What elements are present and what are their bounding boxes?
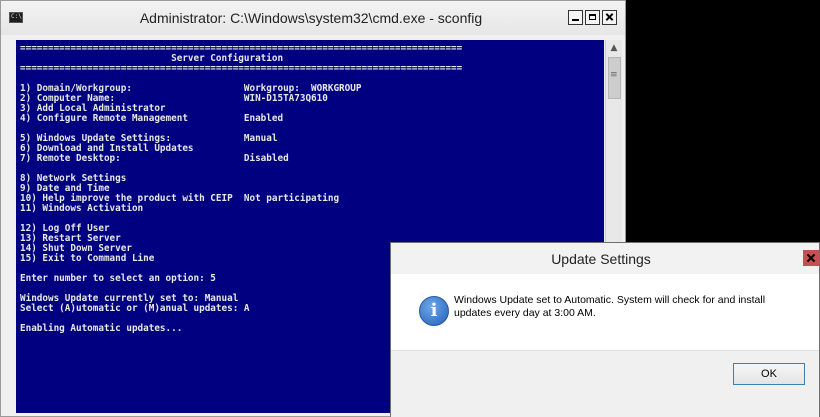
scroll-thumb[interactable]: ≡ bbox=[608, 57, 621, 99]
dialog-footer: OK bbox=[391, 350, 819, 417]
dialog-close-icon[interactable] bbox=[803, 250, 819, 266]
update-settings-dialog: Update Settings i Windows Update set to … bbox=[390, 242, 820, 417]
window-title: Administrator: C:\Windows\system32\cmd.e… bbox=[139, 10, 483, 26]
dialog-title: Update Settings bbox=[551, 251, 651, 267]
cmd-app-icon-label: C:\ bbox=[11, 13, 22, 20]
minimize-icon[interactable] bbox=[568, 10, 583, 25]
maximize-icon[interactable] bbox=[585, 10, 600, 25]
info-icon: i bbox=[419, 296, 449, 326]
dialog-body: i Windows Update set to Automatic. Syste… bbox=[391, 274, 819, 350]
cmd-app-icon[interactable]: C:\ bbox=[9, 12, 23, 23]
dialog-titlebar[interactable]: Update Settings bbox=[391, 243, 819, 274]
ok-button[interactable]: OK bbox=[733, 363, 805, 385]
cmd-titlebar[interactable]: C:\ Administrator: C:\Windows\system32\c… bbox=[1, 1, 625, 35]
close-icon[interactable] bbox=[602, 10, 617, 25]
dialog-message: Windows Update set to Automatic. System … bbox=[454, 294, 766, 319]
scroll-up-icon[interactable]: ▲ bbox=[606, 40, 622, 56]
